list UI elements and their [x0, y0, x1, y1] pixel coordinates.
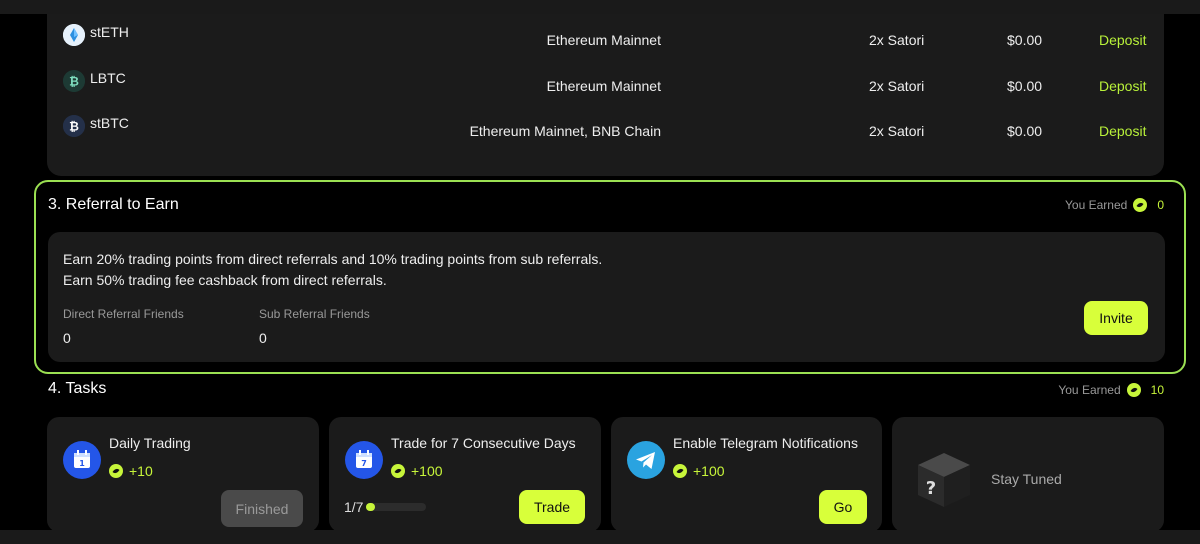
bottom-bar [0, 530, 1200, 544]
token-row: ₿ stBTC Ethereum Mainnet, BNB Chain 2x S… [47, 115, 1164, 147]
stay-tuned-label: Stay Tuned [991, 471, 1062, 487]
satori-points-icon [1133, 198, 1148, 212]
calendar-1-icon: 1 [63, 441, 101, 479]
referral-description: Earn 20% trading points from direct refe… [63, 249, 602, 291]
referral-line: Earn 50% trading fee cashback from direc… [63, 272, 387, 288]
deposit-button[interactable]: Deposit [1099, 123, 1146, 139]
token-amount: $0.00 [1007, 123, 1043, 139]
token-row: ₿ LBTC Ethereum Mainnet 2x Satori $0.00 … [47, 70, 1164, 102]
task-points: +10 [109, 463, 153, 479]
token-table: stETH Ethereum Mainnet 2x Satori $0.00 D… [47, 14, 1164, 176]
token-network: Ethereum Mainnet, BNB Chain [469, 123, 661, 139]
finished-button: Finished [221, 490, 303, 527]
invite-button[interactable]: Invite [1084, 301, 1148, 335]
go-button[interactable]: Go [819, 490, 867, 524]
token-amount: $0.00 [1007, 78, 1043, 94]
direct-referral-value: 0 [63, 330, 71, 346]
trade-button[interactable]: Trade [519, 490, 585, 524]
earned-label: You Earned [1065, 198, 1128, 212]
deposit-button[interactable]: Deposit [1099, 32, 1146, 48]
task-title: Enable Telegram Notifications [673, 435, 858, 451]
satori-points-icon [109, 464, 123, 478]
sub-referral-value: 0 [259, 330, 267, 346]
satori-points-icon [673, 464, 687, 478]
stbtc-icon: ₿ [63, 115, 85, 137]
token-symbol: LBTC [90, 70, 126, 86]
mystery-box-icon: ? [912, 447, 976, 511]
steth-icon [63, 24, 85, 46]
telegram-icon [627, 441, 665, 479]
direct-referral-label: Direct Referral Friends [63, 307, 184, 321]
task-card-stay-tuned: ? Stay Tuned [892, 417, 1164, 532]
task-title: Daily Trading [109, 435, 191, 451]
lbtc-icon: ₿ [63, 70, 85, 92]
token-amount: $0.00 [1007, 32, 1043, 48]
task-points-value: +100 [693, 463, 725, 479]
progress-label: 1/7 [344, 499, 364, 515]
progress-fill [366, 503, 375, 511]
task-points-value: +100 [411, 463, 443, 479]
top-bar [0, 0, 1200, 14]
satori-points-icon [1126, 383, 1141, 397]
earned-summary: You Earned 10 [1058, 383, 1164, 397]
svg-text:1: 1 [79, 459, 85, 468]
token-network: Ethereum Mainnet [546, 78, 661, 94]
task-points: +100 [391, 463, 443, 479]
calendar-7-icon: 7 [345, 441, 383, 479]
token-multiplier: 2x Satori [869, 123, 925, 139]
token-symbol: stBTC [90, 115, 129, 131]
task-card-consecutive-days: 7 Trade for 7 Consecutive Days +100 1/7 … [329, 417, 601, 532]
task-title: Trade for 7 Consecutive Days [391, 435, 576, 451]
task-card-telegram: Enable Telegram Notifications +100 Go [611, 417, 882, 532]
section-title: 4. Tasks [48, 380, 107, 397]
svg-text:₿: ₿ [69, 75, 79, 89]
referral-section: 3. Referral to Earn You Earned 0 Earn 20… [34, 180, 1186, 374]
section-title: 3. Referral to Earn [48, 196, 179, 213]
earned-value: 0 [1157, 198, 1164, 212]
task-points-value: +10 [129, 463, 153, 479]
referral-line: Earn 20% trading points from direct refe… [63, 251, 603, 267]
earned-label: You Earned [1058, 383, 1121, 397]
satori-points-icon [391, 464, 405, 478]
token-symbol: stETH [90, 24, 129, 40]
earned-value: 10 [1150, 383, 1164, 397]
token-multiplier: 2x Satori [869, 32, 925, 48]
task-card-daily-trading: 1 Daily Trading +10 Finished [47, 417, 319, 532]
svg-text:7: 7 [361, 459, 367, 468]
svg-text:₿: ₿ [69, 120, 79, 134]
token-multiplier: 2x Satori [869, 78, 925, 94]
svg-text:?: ? [926, 478, 936, 499]
token-row: stETH Ethereum Mainnet 2x Satori $0.00 D… [47, 24, 1164, 56]
referral-card: Earn 20% trading points from direct refe… [48, 232, 1165, 362]
token-network: Ethereum Mainnet [546, 32, 661, 48]
deposit-button[interactable]: Deposit [1099, 78, 1146, 94]
progress-bar [366, 503, 426, 511]
sub-referral-label: Sub Referral Friends [259, 307, 370, 321]
task-points: +100 [673, 463, 725, 479]
earned-summary: You Earned 0 [1065, 198, 1164, 212]
